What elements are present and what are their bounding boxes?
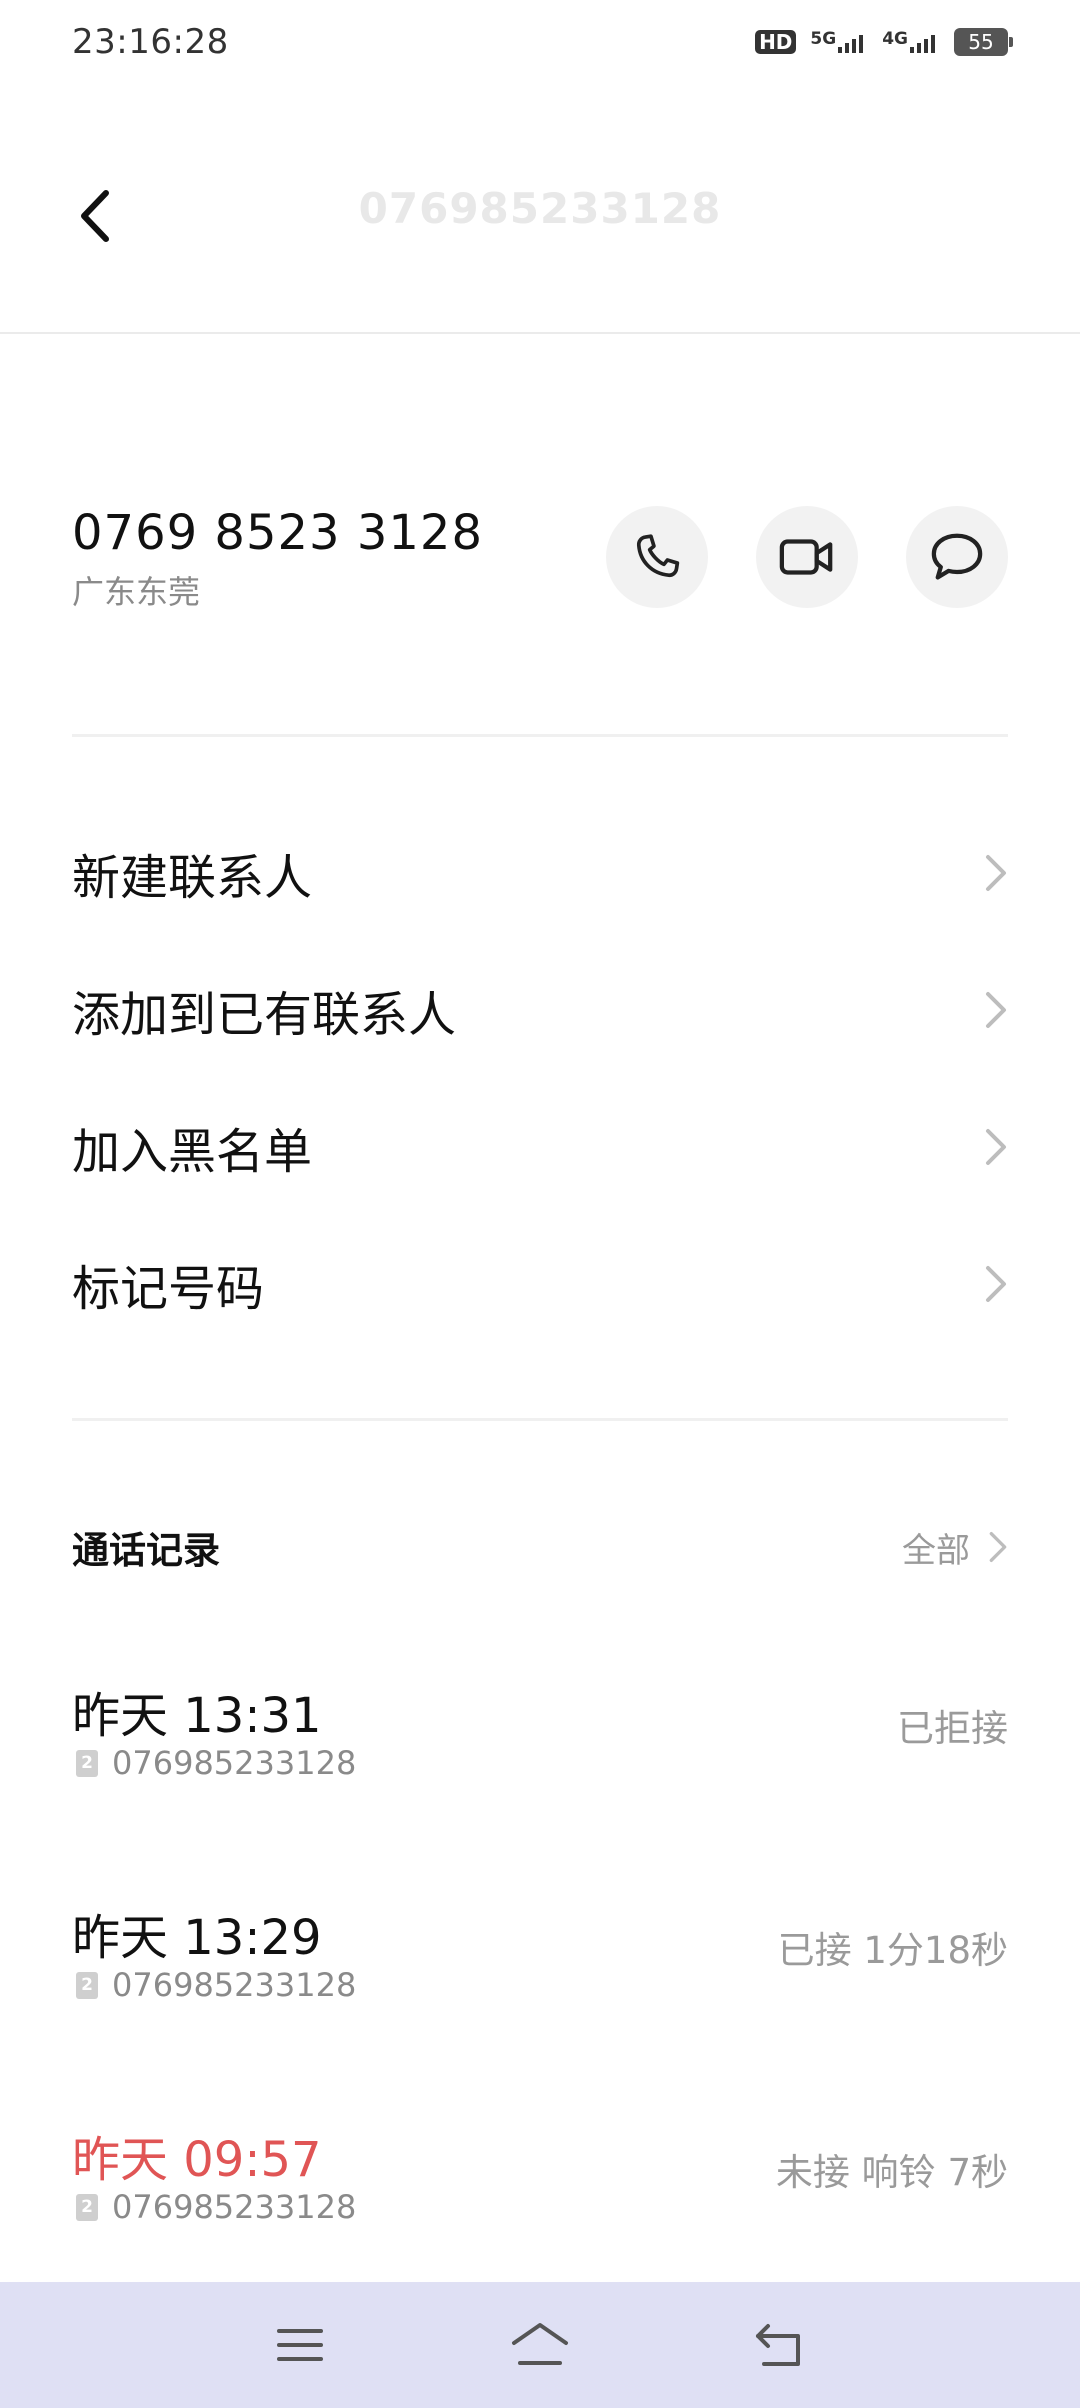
video-call-button[interactable] <box>756 506 858 608</box>
menu-icon <box>277 2329 323 2361</box>
navigation-bar <box>0 2282 1080 2408</box>
contact-info: 0769 8523 3128 广东东莞 <box>72 505 483 613</box>
record-number: 076985233128 <box>112 1966 357 2004</box>
status-icons: HD 5G 4G 55 <box>755 22 1013 62</box>
menu-item-label: 添加到已有联系人 <box>72 987 457 1043</box>
menu-item-blacklist[interactable]: 加入黑名单 <box>72 1092 1008 1202</box>
phone-icon <box>636 534 680 578</box>
record-time: 昨天 13:29 <box>72 1910 322 1966</box>
battery-icon: 55 <box>954 28 1013 56</box>
record-status: 未接 响铃 7秒 <box>775 2151 1008 2194</box>
view-all-records-button[interactable]: 全部 <box>902 1523 1008 1572</box>
record-time: 昨天 09:57 <box>72 2132 322 2188</box>
back-nav-button[interactable] <box>748 2313 812 2377</box>
phone-number: 0769 8523 3128 <box>72 505 483 561</box>
back-icon <box>756 2324 800 2366</box>
chevron-right-icon <box>986 855 1006 891</box>
call-records-header: 通话记录 全部 <box>72 1520 1008 1574</box>
call-record-item[interactable]: 昨天 13:29 2 076985233128 已接 1分18秒 <box>72 1898 1008 2028</box>
menu-item-new-contact[interactable]: 新建联系人 <box>72 818 1008 928</box>
record-sub: 2 076985233128 <box>76 2188 356 2226</box>
header: 076985233128 <box>0 84 1080 334</box>
status-time: 23:16:28 <box>72 22 229 62</box>
sim1-signal-icon: 5G <box>810 31 868 53</box>
menu-item-label: 标记号码 <box>72 1261 265 1317</box>
sim-card-icon: 2 <box>76 1971 98 1999</box>
divider <box>72 1418 1008 1421</box>
home-button[interactable] <box>508 2313 572 2377</box>
chevron-right-icon <box>986 1266 1006 1302</box>
record-status: 已拒接 <box>897 1707 1008 1750</box>
record-number: 076985233128 <box>112 1744 357 1782</box>
menu-item-add-to-existing[interactable]: 添加到已有联系人 <box>72 955 1008 1065</box>
sim2-signal-icon: 4G <box>882 31 940 53</box>
record-sub: 2 076985233128 <box>76 1744 356 1782</box>
page-title: 076985233128 <box>358 184 722 233</box>
menu-item-mark-number[interactable]: 标记号码 <box>72 1229 1008 1339</box>
record-time: 昨天 13:31 <box>72 1688 322 1744</box>
record-sub: 2 076985233128 <box>76 1966 356 2004</box>
chevron-right-icon <box>986 1129 1006 1165</box>
call-record-item[interactable]: 昨天 13:31 2 076985233128 已拒接 <box>72 1676 1008 1806</box>
call-records-title: 通话记录 <box>72 1529 220 1572</box>
divider <box>72 734 1008 737</box>
status-bar: 23:16:28 HD 5G 4G 55 <box>0 0 1080 84</box>
chevron-right-icon <box>989 1531 1007 1562</box>
menu-item-label: 加入黑名单 <box>72 1124 313 1180</box>
call-button[interactable] <box>606 506 708 608</box>
message-button[interactable] <box>906 506 1008 608</box>
home-icon <box>512 2323 568 2365</box>
record-number: 076985233128 <box>112 2188 357 2226</box>
view-all-label: 全部 <box>902 1530 970 1571</box>
chat-bubble-icon <box>931 533 983 580</box>
chevron-right-icon <box>986 992 1006 1028</box>
phone-region: 广东东莞 <box>72 573 201 611</box>
hd-icon: HD <box>755 30 797 54</box>
recent-apps-button[interactable] <box>268 2313 332 2377</box>
sim-card-icon: 2 <box>76 2193 98 2221</box>
call-record-item[interactable]: 昨天 09:57 2 076985233128 未接 响铃 7秒 <box>72 2120 1008 2250</box>
sim-card-icon: 2 <box>76 1749 98 1777</box>
menu-item-label: 新建联系人 <box>72 850 313 906</box>
record-status: 已接 1分18秒 <box>777 1929 1008 1972</box>
video-camera-icon <box>779 539 833 575</box>
